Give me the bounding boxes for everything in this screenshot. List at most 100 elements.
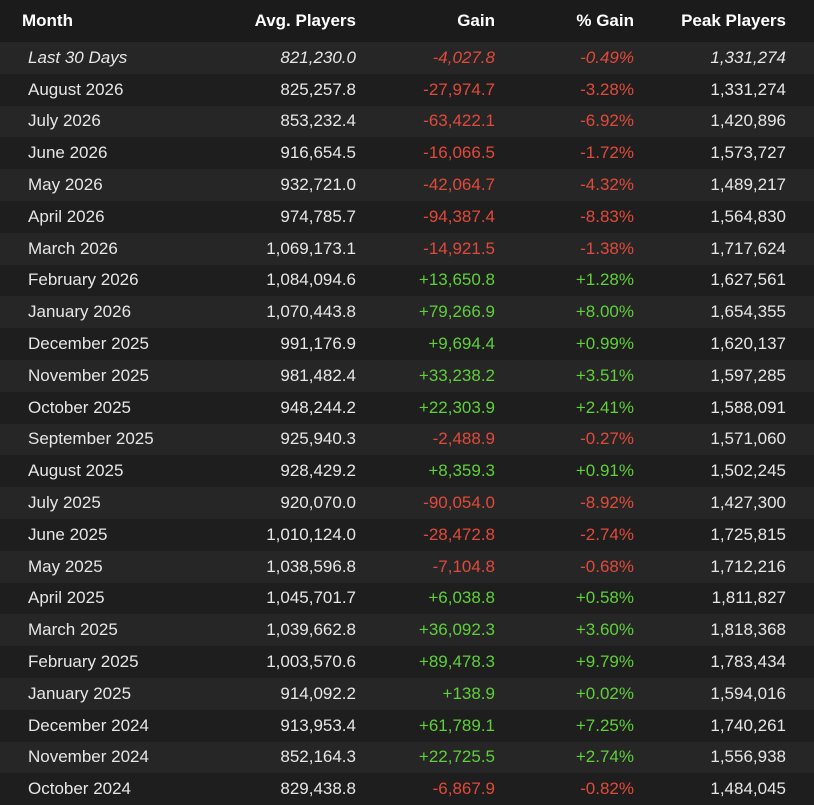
cell-peak-players: 1,627,561 <box>710 270 786 290</box>
cell-gain: +6,038.8 <box>428 588 495 608</box>
table-row: April 2025 1,045,701.7 +6,038.8 +0.58% 1,811… <box>0 582 814 615</box>
cell-percent-gain: +2.74% <box>575 747 634 767</box>
cell-peak-players: 1,712,216 <box>710 556 786 576</box>
cell-avg-players: 928,429.2 <box>280 461 356 481</box>
cell-peak-players: 1,573,727 <box>710 143 786 163</box>
cell-avg-players: 1,039,662.8 <box>266 620 356 640</box>
column-header-gain[interactable]: Gain <box>360 11 500 31</box>
table-row: January 2026 1,070,443.8 +79,266.9 +8.00% 1,… <box>0 296 814 329</box>
cell-month: Last 30 Days <box>28 47 128 67</box>
cell-peak-players: 1,331,274 <box>710 79 786 99</box>
cell-month: February 2025 <box>28 652 139 672</box>
cell-month: July 2026 <box>28 111 101 131</box>
table-row: April 2026 974,785.7 -94,387.4 -8.83% 1,564,… <box>0 200 814 233</box>
cell-avg-players: 852,164.3 <box>280 747 356 767</box>
cell-gain: -2,488.9 <box>432 429 495 449</box>
cell-month: January 2026 <box>28 302 132 322</box>
column-header-avg-players[interactable]: Avg. Players <box>200 11 360 31</box>
cell-avg-players: 1,070,443.8 <box>266 302 356 322</box>
cell-percent-gain: -0.49% <box>580 47 634 67</box>
table-row: March 2026 1,069,173.1 -14,921.5 -1.38% 1,71… <box>0 232 814 265</box>
table-body: Last 30 Days 821,230.0 -4,027.8 -0.49% 1,331… <box>0 42 814 805</box>
cell-avg-players: 1,010,124.0 <box>266 524 356 544</box>
cell-percent-gain: +0.02% <box>575 683 634 703</box>
cell-peak-players: 1,489,217 <box>710 175 786 195</box>
cell-percent-gain: +9.79% <box>575 652 634 672</box>
cell-peak-players: 1,811,827 <box>711 588 786 608</box>
cell-gain: +13,650.8 <box>418 270 495 290</box>
cell-month: June 2026 <box>28 143 108 163</box>
cell-peak-players: 1,654,355 <box>710 302 786 322</box>
column-header-month[interactable]: Month <box>0 11 200 31</box>
cell-peak-players: 1,484,045 <box>710 779 786 799</box>
table-row: July 2025 920,070.0 -90,054.0 -8.92% 1,427,3… <box>0 487 814 519</box>
cell-peak-players: 1,740,261 <box>710 715 786 735</box>
cell-gain: -4,027.8 <box>432 47 495 67</box>
cell-percent-gain: -3.28% <box>580 79 634 99</box>
cell-month: March 2025 <box>28 620 118 640</box>
cell-avg-players: 829,438.8 <box>280 779 356 799</box>
cell-month: November 2024 <box>28 747 149 767</box>
cell-gain: -16,066.5 <box>423 143 495 163</box>
column-header-peak-players[interactable]: Peak Players <box>640 11 790 31</box>
table-row: October 2024 829,438.8 -6,867.9 -0.82% 1,484… <box>0 773 814 805</box>
cell-peak-players: 1,597,285 <box>710 365 786 385</box>
cell-avg-players: 1,003,570.6 <box>266 652 356 672</box>
cell-avg-players: 825,257.8 <box>280 79 356 99</box>
cell-month: October 2025 <box>28 397 132 417</box>
cell-month: May 2026 <box>28 175 103 195</box>
cell-avg-players: 920,070.0 <box>280 493 356 513</box>
cell-peak-players: 1,717,624 <box>710 238 786 258</box>
table-row: July 2026 853,232.4 -63,422.1 -6.92% 1,420,8… <box>0 105 814 138</box>
cell-gain: +8,359.3 <box>428 461 495 481</box>
cell-peak-players: 1,331,274 <box>710 47 786 67</box>
cell-peak-players: 1,427,300 <box>710 493 786 513</box>
cell-gain: +9,694.4 <box>428 334 495 354</box>
cell-peak-players: 1,564,830 <box>710 206 786 226</box>
table-row: November 2024 852,164.3 +22,725.5 +2.74% 1,5… <box>0 741 814 774</box>
cell-avg-players: 981,482.4 <box>280 365 356 385</box>
cell-peak-players: 1,783,434 <box>710 652 786 672</box>
table-row: September 2025 925,940.3 -2,488.9 -0.27% 1,5… <box>0 423 814 456</box>
cell-month: August 2025 <box>28 461 124 481</box>
cell-gain: +138.9 <box>442 683 495 703</box>
player-stats-table: Month Avg. Players Gain % Gain Peak Play… <box>0 0 814 805</box>
cell-percent-gain: +3.60% <box>575 620 634 640</box>
cell-month: November 2025 <box>28 365 149 385</box>
cell-gain: +22,303.9 <box>418 397 495 417</box>
cell-avg-players: 913,953.4 <box>280 715 356 735</box>
cell-percent-gain: -6.92% <box>580 111 634 131</box>
cell-month: December 2024 <box>28 715 149 735</box>
table-row: March 2025 1,039,662.8 +36,092.3 +3.60% 1,81… <box>0 614 814 647</box>
cell-percent-gain: +0.99% <box>575 334 634 354</box>
cell-gain: -63,422.1 <box>423 111 495 131</box>
table-row: June 2025 1,010,124.0 -28,472.8 -2.74% 1,725… <box>0 518 814 551</box>
cell-percent-gain: -0.68% <box>580 556 634 576</box>
cell-peak-players: 1,556,938 <box>710 747 786 767</box>
cell-percent-gain: -1.72% <box>580 143 634 163</box>
cell-gain: +89,478.3 <box>418 652 495 672</box>
cell-peak-players: 1,502,245 <box>710 461 786 481</box>
cell-percent-gain: -1.38% <box>580 238 634 258</box>
table-row: October 2025 948,244.2 +22,303.9 +2.41% 1,58… <box>0 391 814 424</box>
cell-peak-players: 1,588,091 <box>710 397 786 417</box>
table-row: February 2026 1,084,094.6 +13,650.8 +1.28% 1… <box>0 264 814 297</box>
cell-peak-players: 1,594,016 <box>710 683 786 703</box>
cell-month: October 2024 <box>28 779 132 799</box>
cell-avg-players: 991,176.9 <box>280 334 356 354</box>
cell-avg-players: 932,721.0 <box>280 175 356 195</box>
cell-avg-players: 1,045,701.7 <box>266 588 356 608</box>
cell-month: July 2025 <box>28 493 101 513</box>
table-row: December 2025 991,176.9 +9,694.4 +0.99% 1,62… <box>0 328 814 360</box>
cell-gain: -94,387.4 <box>423 206 495 226</box>
cell-percent-gain: +8.00% <box>575 302 634 322</box>
table-row: January 2025 914,092.2 +138.9 +0.02% 1,594,0… <box>0 677 814 710</box>
cell-percent-gain: +0.91% <box>575 461 634 481</box>
cell-gain: -27,974.7 <box>423 79 495 99</box>
cell-avg-players: 1,069,173.1 <box>266 238 356 258</box>
cell-avg-players: 1,038,596.8 <box>266 556 356 576</box>
table-row: Last 30 Days 821,230.0 -4,027.8 -0.49% 1,331… <box>0 42 814 74</box>
cell-gain: +22,725.5 <box>418 747 495 767</box>
column-header-percent-gain[interactable]: % Gain <box>500 11 640 31</box>
cell-percent-gain: +7.25% <box>575 715 634 735</box>
